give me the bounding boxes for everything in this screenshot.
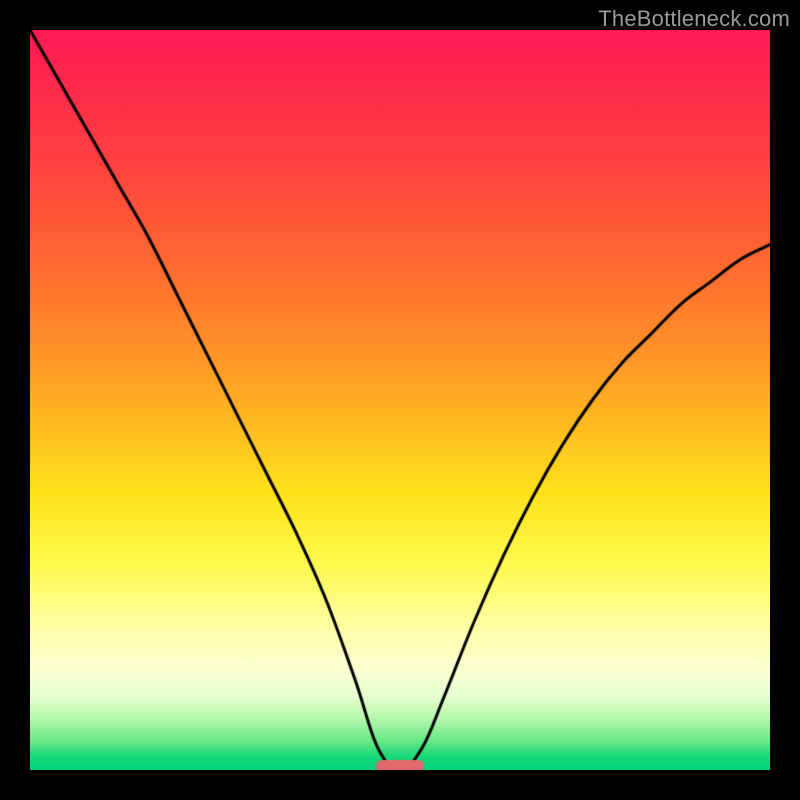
chart-frame: TheBottleneck.com [0, 0, 800, 800]
bottleneck-curve-canvas [30, 30, 770, 770]
watermark-text: TheBottleneck.com [598, 6, 790, 32]
plot-area [30, 30, 770, 770]
